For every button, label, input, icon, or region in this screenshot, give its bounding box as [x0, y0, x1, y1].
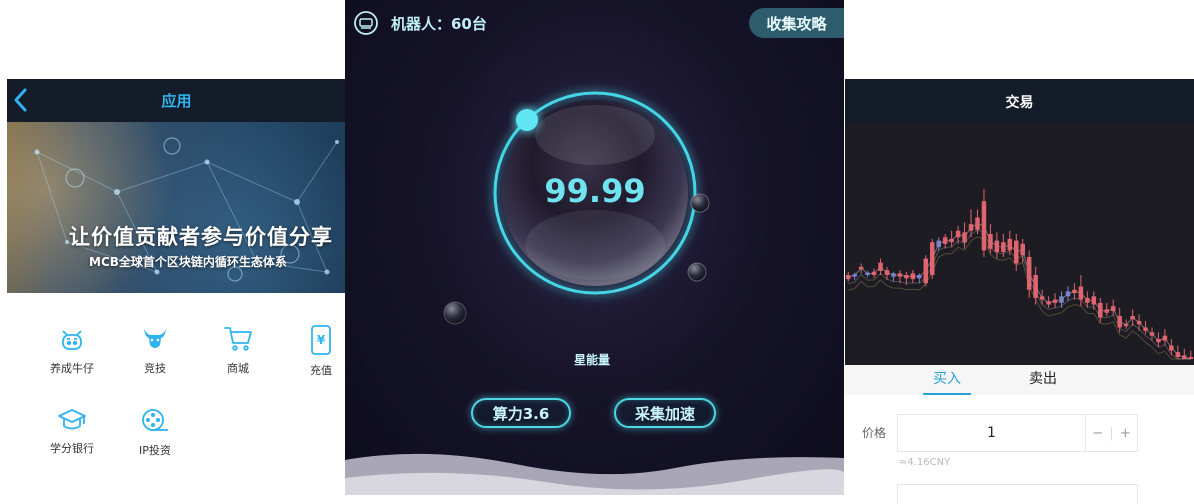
compute-power-button[interactable]: 算力3.6	[471, 398, 571, 428]
candle	[1104, 302, 1110, 316]
app-tile-credit-bank[interactable]: 学分银行	[37, 407, 107, 456]
candle	[923, 255, 929, 287]
collect-speedup-button[interactable]: 采集加速	[614, 398, 716, 428]
candle	[1149, 327, 1155, 341]
candle	[1098, 297, 1103, 323]
app-tile-ip-invest[interactable]: IP投资	[120, 407, 190, 458]
svg-text:¥: ¥	[317, 333, 326, 347]
cow-face-icon	[62, 330, 82, 350]
candlestick-chart[interactable]	[845, 124, 1194, 365]
banner-headline: 让价值贡献者参与价值分享	[69, 225, 333, 249]
candle	[1014, 234, 1019, 271]
candle	[871, 268, 877, 279]
app-label: 商城	[227, 362, 249, 375]
candle	[858, 263, 864, 274]
trade-tabs: 买入 卖出	[845, 365, 1194, 395]
candle	[1130, 309, 1135, 326]
candle	[1175, 345, 1181, 359]
price-field: − | +	[897, 414, 1138, 452]
app-tile-arena[interactable]: 竞技	[120, 325, 190, 376]
candle	[1046, 296, 1051, 308]
candle	[942, 234, 948, 249]
tab-buy[interactable]: 买入	[923, 365, 971, 395]
price-cny-hint: ≈4.16CNY	[899, 457, 951, 468]
candle	[1033, 266, 1038, 305]
wave-decoration	[345, 453, 844, 495]
candle	[1052, 293, 1058, 308]
candle	[1026, 250, 1032, 298]
candle	[929, 238, 935, 280]
candle	[1065, 286, 1071, 302]
bull-head-icon	[144, 329, 166, 348]
candle	[1162, 329, 1168, 346]
candle	[878, 258, 883, 275]
shopping-cart-icon	[224, 327, 252, 351]
robot-count-label: 机器人：60台	[391, 14, 487, 33]
chevron-left-icon[interactable]	[11, 86, 31, 114]
film-reel-icon	[142, 409, 168, 431]
candle	[1188, 350, 1194, 359]
candle	[1020, 238, 1025, 263]
stepper-divider: |	[1109, 425, 1114, 441]
graduation-cap-icon	[58, 409, 86, 430]
apps-nav-bar: 应用	[7, 79, 346, 122]
app-tile-mall[interactable]: 商城	[203, 325, 273, 376]
candle	[910, 270, 916, 284]
banner-subline: MCB全球首个区块链内循环生态体系	[89, 255, 287, 269]
app-label: 学分银行	[50, 442, 94, 455]
buy-form: 价格 − | + ≈4.16CNY	[845, 395, 1194, 504]
trade-screen: 交易 买入 卖出 价格 − | + ≈4.16CNY	[845, 79, 1194, 504]
plus-button[interactable]: +	[1120, 426, 1131, 441]
trade-page-title: 交易	[1005, 94, 1034, 111]
candlestick-plot	[845, 188, 1194, 360]
apps-screen: 应用 让价值贡献者参与价值分享 MCB全球首个区块链内循环生态体系 养成牛仔 竞…	[7, 79, 346, 495]
price-stepper: − | +	[1085, 415, 1137, 451]
candle	[949, 230, 954, 248]
candle	[845, 271, 851, 282]
candle	[1110, 299, 1116, 316]
candle	[981, 188, 987, 257]
energy-label: 星能量	[573, 353, 610, 367]
moving-average-line	[848, 229, 1191, 360]
minus-button[interactable]: −	[1092, 426, 1103, 441]
robot-icon	[354, 11, 378, 35]
app-label: 竞技	[144, 362, 166, 375]
mining-screen: 机器人：60台 收集攻略 99.99 星能量 算力3.6 采集加速	[345, 0, 844, 495]
candle	[1123, 319, 1129, 330]
tab-sell[interactable]: 卖出	[1019, 365, 1067, 395]
energy-value: 99.99	[544, 172, 646, 210]
promo-banner[interactable]: 让价值贡献者参与价值分享 MCB全球首个区块链内循环生态体系	[7, 122, 346, 293]
candle	[1072, 283, 1077, 300]
candle	[1182, 348, 1187, 359]
collect-guide-button[interactable]: 收集攻略	[749, 8, 844, 38]
moving-average-line	[848, 223, 1191, 360]
app-tile-raise-cow[interactable]: 养成牛仔	[37, 325, 107, 376]
price-input[interactable]	[898, 415, 1085, 451]
candle	[962, 222, 967, 249]
trade-nav-bar: 交易	[845, 79, 1194, 124]
app-label: IP投资	[139, 444, 171, 457]
robot-count: 机器人：60台	[353, 10, 487, 36]
quantity-field[interactable]	[897, 484, 1138, 504]
phone-recharge-icon: ¥	[311, 325, 331, 355]
candle	[891, 271, 896, 282]
apps-page-title: 应用	[161, 92, 192, 110]
app-label: 养成牛仔	[50, 362, 94, 375]
moving-average-line	[848, 236, 1191, 360]
price-label: 价格	[862, 426, 887, 440]
candle	[994, 232, 1000, 259]
energy-orb-graphic	[443, 91, 710, 325]
